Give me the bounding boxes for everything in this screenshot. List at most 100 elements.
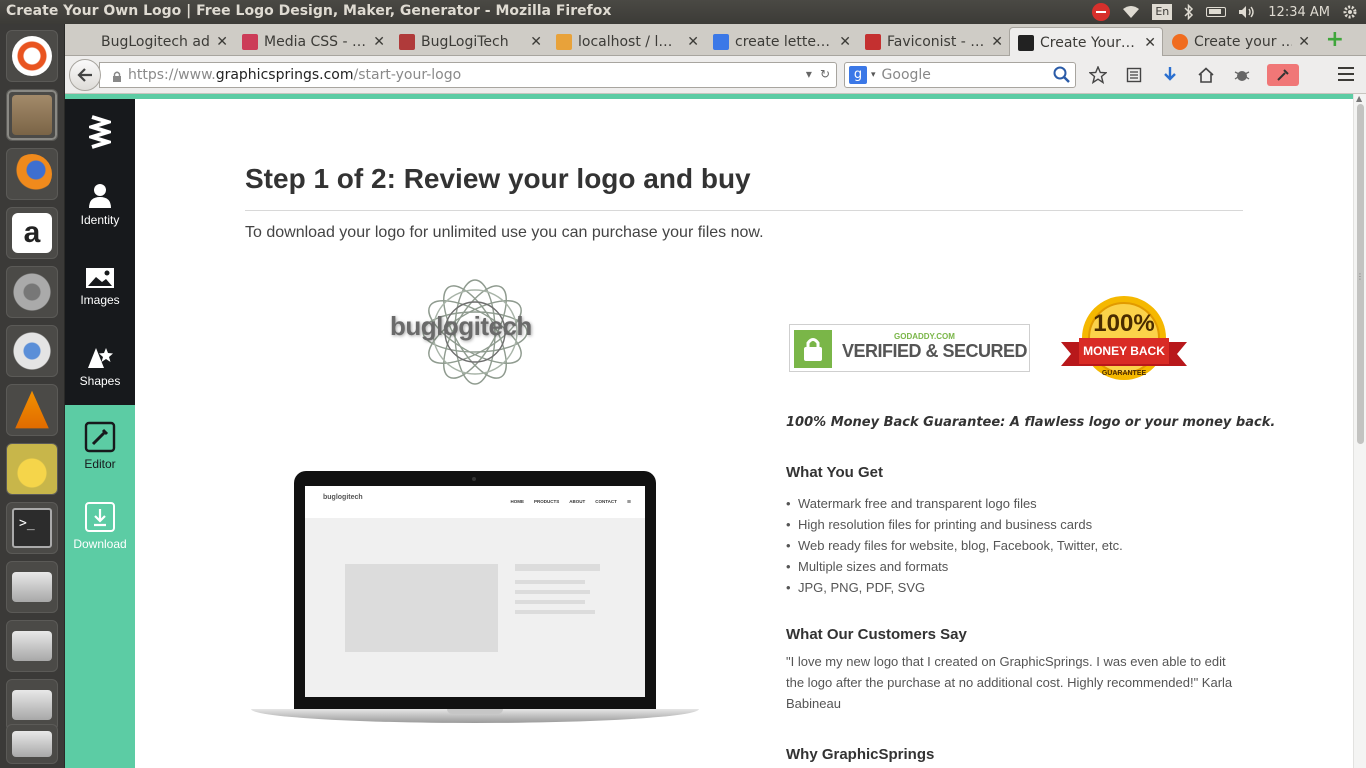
- menu-hamburger-icon[interactable]: [1338, 67, 1354, 81]
- browser-tab[interactable]: Create your … ✕: [1164, 27, 1316, 56]
- reading-list-icon[interactable]: [1123, 64, 1145, 86]
- clock[interactable]: 12:34 AM: [1268, 5, 1330, 20]
- customer-testimonial: "I love my new logo that I created on Gr…: [786, 654, 1233, 711]
- image-icon: [86, 268, 114, 288]
- list-item: Watermark free and transparent logo file…: [786, 493, 1123, 514]
- keyboard-layout-indicator[interactable]: En: [1152, 4, 1173, 20]
- vlc-icon[interactable]: [6, 384, 58, 436]
- close-tab-icon[interactable]: ✕: [216, 34, 228, 50]
- firefox-icon[interactable]: [6, 148, 58, 200]
- wifi-icon[interactable]: [1122, 5, 1140, 19]
- extension-bug-icon[interactable]: [1231, 64, 1253, 86]
- list-item: Web ready files for website, blog, Faceb…: [786, 535, 1123, 556]
- back-button[interactable]: [69, 59, 101, 91]
- os-top-panel: Create Your Own Logo | Free Logo Design,…: [0, 0, 1366, 24]
- section-title-what-you-get: What You Get: [786, 464, 883, 481]
- list-item: Multiple sizes and formats: [786, 556, 1123, 577]
- downloads-icon[interactable]: [1159, 64, 1181, 86]
- amazon-icon[interactable]: a: [6, 207, 58, 259]
- lamp-icon[interactable]: [6, 443, 58, 495]
- browser-tab[interactable]: Faviconist - … ✕: [857, 27, 1009, 56]
- sidebar-item-images[interactable]: Images: [65, 267, 135, 307]
- close-tab-icon[interactable]: ✕: [687, 34, 699, 50]
- ubuntu-dash-icon[interactable]: [6, 30, 58, 82]
- browser-tab[interactable]: localhost / l… ✕: [548, 27, 705, 56]
- close-tab-icon[interactable]: ✕: [1298, 34, 1310, 50]
- scroll-up-icon[interactable]: ▲: [1356, 94, 1362, 103]
- files-icon[interactable]: [6, 89, 58, 141]
- divider: [245, 210, 1243, 211]
- sidebar-item-identity[interactable]: Identity: [65, 183, 135, 227]
- browser-navigation-bar: https://www. graphicsprings.com/start-you…: [65, 56, 1366, 94]
- color-picker-icon[interactable]: [1267, 64, 1299, 86]
- logo-preview-text: buglogitech: [390, 311, 532, 341]
- search-engine-google-icon[interactable]: g: [849, 66, 867, 84]
- guarantee-text: 100% Money Back Guarantee: A flawless lo…: [786, 415, 1276, 430]
- back-arrow-icon: [77, 68, 92, 82]
- browser-tab[interactable]: BugLogitech ad… ✕: [71, 27, 234, 56]
- list-item: High resolution files for printing and b…: [786, 514, 1123, 535]
- tab-favicon-icon: [556, 33, 572, 50]
- money-back-guarantee-badge: 100% MONEY BACK GUARANTEE: [1061, 296, 1187, 380]
- drive-icon[interactable]: [6, 561, 58, 613]
- bluetooth-icon[interactable]: [1184, 4, 1194, 20]
- shapes-icon: [88, 348, 113, 368]
- sidebar-item-editor[interactable]: Editor: [65, 421, 135, 471]
- new-tab-plus-icon[interactable]: +: [1326, 29, 1344, 51]
- url-bar[interactable]: https://www. graphicsprings.com/start-you…: [99, 62, 837, 88]
- page-title: Step 1 of 2: Review your logo and buy: [245, 163, 751, 194]
- window-title: Create Your Own Logo | Free Logo Design,…: [6, 3, 612, 19]
- tab-favicon-icon: [713, 33, 729, 50]
- page-scrollbar[interactable]: ▲ ⋮: [1353, 94, 1366, 768]
- sidebar-item-download[interactable]: Download: [65, 501, 135, 551]
- volume-icon[interactable]: [1238, 5, 1256, 19]
- url-dropdown-icon[interactable]: ▾: [806, 67, 812, 81]
- laptop-mockup: buglogitech HOME PRODUCTS ABOUT CONTACT …: [251, 467, 699, 737]
- home-icon[interactable]: [1195, 64, 1217, 86]
- download-icon: [85, 502, 115, 532]
- bookmark-star-icon[interactable]: [1087, 64, 1109, 86]
- svg-text:MONEY BACK: MONEY BACK: [1083, 344, 1165, 358]
- camera-dot: [472, 477, 476, 481]
- edit-pencil-icon: [84, 421, 116, 453]
- svg-text:100%: 100%: [1093, 310, 1154, 337]
- battery-icon[interactable]: [1206, 7, 1227, 17]
- feature-list: Watermark free and transparent logo file…: [786, 493, 1123, 598]
- drive-icon[interactable]: [6, 724, 58, 764]
- tab-favicon-icon: [242, 33, 258, 50]
- system-settings-icon[interactable]: [6, 266, 58, 318]
- site-logo[interactable]: [65, 113, 135, 153]
- close-tab-icon[interactable]: ✕: [839, 34, 851, 50]
- page-subtitle: To download your logo for unlimited use …: [245, 224, 764, 241]
- drive-icon[interactable]: [6, 620, 58, 672]
- system-tray: En 12:34 AM: [1092, 0, 1358, 24]
- browser-tab-active[interactable]: Create Your… ✕: [1009, 27, 1163, 57]
- preview-menu-icon: ≡: [626, 499, 631, 506]
- sidebar-item-shapes[interactable]: Shapes: [65, 344, 135, 388]
- unity-launcher: a >_: [0, 24, 65, 768]
- search-bar[interactable]: g ▾ Google: [844, 62, 1076, 88]
- close-tab-icon[interactable]: ✕: [373, 34, 385, 50]
- lock-icon: [112, 70, 122, 82]
- tab-favicon-icon: [1172, 33, 1188, 50]
- tab-favicon-icon: [399, 33, 415, 50]
- terminal-icon[interactable]: >_: [6, 502, 58, 554]
- browser-tab[interactable]: create lette… ✕: [705, 27, 857, 56]
- browser-tab-strip: BugLogitech ad… ✕ Media CSS - … ✕ BugLog…: [65, 24, 1366, 57]
- do-not-disturb-icon[interactable]: [1092, 3, 1111, 21]
- search-engine-dropdown-icon[interactable]: ▾: [871, 70, 876, 80]
- reload-icon[interactable]: ↻: [820, 67, 830, 81]
- chromium-icon[interactable]: [6, 325, 58, 377]
- close-tab-icon[interactable]: ✕: [1144, 35, 1156, 51]
- browser-tab[interactable]: Media CSS - … ✕: [234, 27, 391, 56]
- search-icon[interactable]: [1053, 66, 1071, 88]
- list-item: JPG, PNG, PDF, SVG: [786, 577, 1123, 598]
- close-tab-icon[interactable]: ✕: [991, 34, 1003, 50]
- search-input[interactable]: Google: [882, 67, 931, 83]
- svg-text:GUARANTEE: GUARANTEE: [1102, 370, 1147, 377]
- session-gear-icon[interactable]: [1342, 4, 1358, 20]
- graphicsprings-logo-icon: [89, 115, 111, 149]
- section-title-why: Why GraphicSprings: [786, 746, 935, 763]
- close-tab-icon[interactable]: ✕: [530, 34, 542, 50]
- browser-tab[interactable]: BugLogiTech ✕: [391, 27, 548, 56]
